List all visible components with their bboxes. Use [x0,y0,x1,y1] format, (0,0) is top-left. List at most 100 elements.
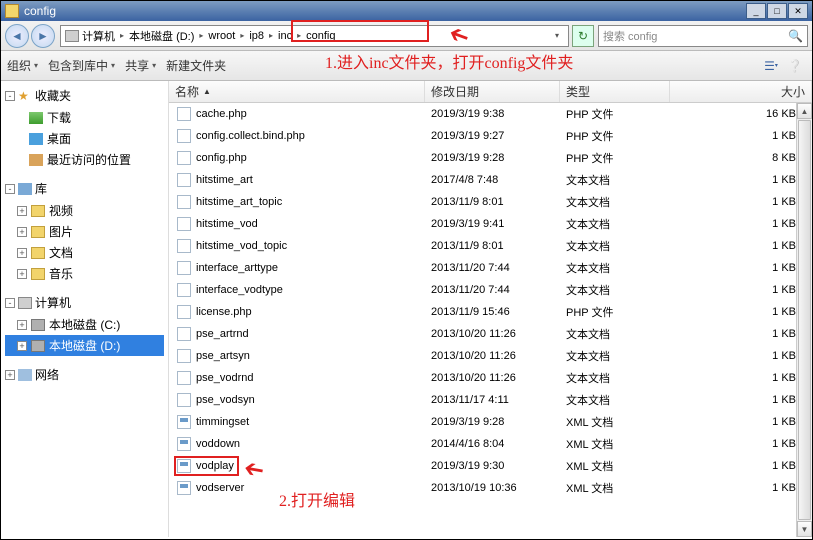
table-row[interactable]: pse_artrnd2013/10/20 11:26文本文档1 KB [169,323,812,345]
scrollbar-vertical[interactable]: ▲ ▼ [796,103,812,537]
col-size[interactable]: 大小 [670,81,812,102]
file-date: 2019/3/19 9:28 [425,416,560,428]
minimize-button[interactable]: _ [746,3,766,19]
file-icon [177,481,191,495]
view-button[interactable]: ☰▾ [760,56,782,76]
file-type: 文本文档 [560,326,670,342]
include-button[interactable]: 包含到库中▾ [48,57,115,74]
scroll-up-icon[interactable]: ▲ [797,103,812,119]
table-row[interactable]: voddown2014/4/16 8:04XML 文档1 KB [169,433,812,455]
file-icon [177,173,191,187]
breadcrumb-seg[interactable]: 计算机 [79,28,118,44]
sidebar: -★收藏夹 下载 桌面 最近访问的位置 -库 +视频 +图片 +文档 +音乐 -… [1,81,169,537]
close-button[interactable]: ✕ [788,3,808,19]
file-name: vodserver [196,482,244,494]
scroll-down-icon[interactable]: ▼ [797,521,812,537]
file-type: XML 文档 [560,458,670,474]
sidebar-item-downloads[interactable]: 下载 [5,107,164,128]
file-size: 1 KB [670,218,812,230]
annotation-box-vodplay [174,456,239,476]
file-icon [177,239,191,253]
table-row[interactable]: cache.php2019/3/19 9:38PHP 文件16 KB [169,103,812,125]
scroll-thumb[interactable] [798,120,811,520]
file-type: 文本文档 [560,282,670,298]
file-type: XML 文档 [560,414,670,430]
sidebar-item-videos[interactable]: +视频 [5,200,164,221]
table-row[interactable]: vodserver2013/10/19 10:36XML 文档1 KB [169,477,812,499]
table-row[interactable]: interface_vodtype2013/11/20 7:44文本文档1 KB [169,279,812,301]
sidebar-item-recent[interactable]: 最近访问的位置 [5,149,164,170]
table-row[interactable]: timmingset2019/3/19 9:28XML 文档1 KB [169,411,812,433]
file-date: 2019/3/19 9:41 [425,218,560,230]
file-size: 1 KB [670,350,812,362]
sidebar-item-documents[interactable]: +文档 [5,242,164,263]
table-row[interactable]: pse_vodsyn2013/11/17 4:11文本文档1 KB [169,389,812,411]
titlebar[interactable]: config _ □ ✕ [1,1,812,21]
sidebar-item-music[interactable]: +音乐 [5,263,164,284]
file-type: XML 文档 [560,436,670,452]
file-type: PHP 文件 [560,128,670,144]
favorites-header[interactable]: -★收藏夹 [5,87,164,104]
table-row[interactable]: config.collect.bind.php2019/3/19 9:27PHP… [169,125,812,147]
breadcrumb-dropdown[interactable]: ▾ [550,31,564,40]
sidebar-item-drive-d[interactable]: +本地磁盘 (D:) [5,335,164,356]
search-field[interactable]: 搜索 config 🔍 [598,25,808,47]
table-row[interactable]: hitstime_vod2019/3/19 9:41文本文档1 KB [169,213,812,235]
file-name: cache.php [196,108,247,120]
file-icon [177,107,191,121]
search-placeholder: 搜索 config [603,28,657,44]
table-row[interactable]: pse_artsyn2013/10/20 11:26文本文档1 KB [169,345,812,367]
col-type[interactable]: 类型 [560,81,670,102]
sidebar-item-desktop[interactable]: 桌面 [5,128,164,149]
file-icon [177,261,191,275]
breadcrumb-seg[interactable]: ip8 [246,30,267,42]
col-date[interactable]: 修改日期 [425,81,560,102]
col-name[interactable]: 名称▲ [169,81,425,102]
file-size: 16 KB [670,108,812,120]
newfolder-button[interactable]: 新建文件夹 [166,57,226,74]
maximize-button[interactable]: □ [767,3,787,19]
file-date: 2013/10/19 10:36 [425,482,560,494]
help-button[interactable]: ❔ [784,56,806,76]
table-row[interactable]: interface_arttype2013/11/20 7:44文本文档1 KB [169,257,812,279]
folder-icon [5,4,19,18]
table-row[interactable]: hitstime_art2017/4/8 7:48文本文档1 KB [169,169,812,191]
file-date: 2013/10/20 11:26 [425,372,560,384]
file-icon [177,305,191,319]
file-icon [177,217,191,231]
file-name: config.collect.bind.php [196,130,305,142]
forward-button[interactable]: ► [31,24,55,48]
file-date: 2013/11/9 15:46 [425,306,560,318]
table-row[interactable]: config.php2019/3/19 9:28PHP 文件8 KB [169,147,812,169]
file-size: 1 KB [670,196,812,208]
column-headers: 名称▲ 修改日期 类型 大小 [169,81,812,103]
file-icon [177,393,191,407]
table-row[interactable]: license.php2013/11/9 15:46PHP 文件1 KB [169,301,812,323]
file-date: 2017/4/8 7:48 [425,174,560,186]
file-size: 1 KB [670,460,812,472]
file-date: 2014/4/16 8:04 [425,438,560,450]
back-button[interactable]: ◄ [5,24,29,48]
network-header[interactable]: +网络 [5,366,164,383]
share-button[interactable]: 共享▾ [125,57,156,74]
file-date: 2013/11/17 4:11 [425,394,560,406]
table-row[interactable]: pse_vodrnd2013/10/20 11:26文本文档1 KB [169,367,812,389]
computer-icon [65,30,79,42]
refresh-button[interactable]: ↻ [572,25,594,47]
file-icon [177,415,191,429]
file-size: 1 KB [670,328,812,340]
computer-header[interactable]: -计算机 [5,294,164,311]
table-row[interactable]: hitstime_art_topic2013/11/9 8:01文本文档1 KB [169,191,812,213]
file-date: 2013/11/9 8:01 [425,196,560,208]
file-size: 1 KB [670,438,812,450]
search-icon: 🔍 [788,29,803,43]
table-row[interactable]: hitstime_vod_topic2013/11/9 8:01文本文档1 KB [169,235,812,257]
breadcrumb-seg[interactable]: 本地磁盘 (D:) [126,28,197,44]
sidebar-item-drive-c[interactable]: +本地磁盘 (C:) [5,314,164,335]
file-type: 文本文档 [560,238,670,254]
sidebar-item-pictures[interactable]: +图片 [5,221,164,242]
breadcrumb-seg[interactable]: wroot [205,30,238,42]
libraries-header[interactable]: -库 [5,180,164,197]
organize-button[interactable]: 组织▾ [7,57,38,74]
file-type: PHP 文件 [560,304,670,320]
